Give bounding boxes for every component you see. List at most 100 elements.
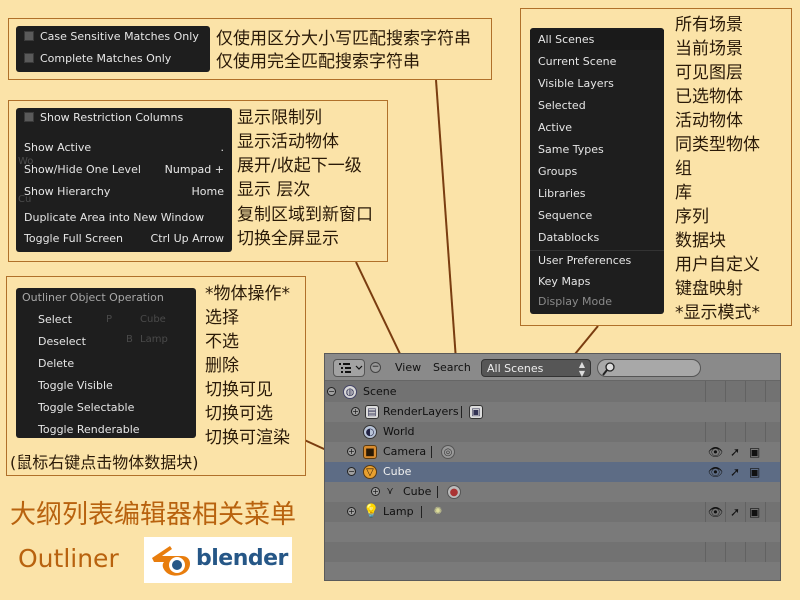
menu-item-user-preferences[interactable]: User Preferences: [530, 250, 664, 270]
menu-item-current-scene[interactable]: Current Scene: [530, 52, 664, 72]
blender-logo-text: blender: [196, 546, 288, 571]
menu-item-toggle-selectable[interactable]: Toggle Selectable: [16, 398, 196, 418]
cn-label: 不选: [205, 332, 239, 352]
tree-row-scene[interactable]: − ◍ Scene: [325, 382, 780, 402]
menu-item-shortcut: Home: [191, 185, 224, 198]
search-icon: [602, 362, 615, 376]
menu-item-toggle-full-screen[interactable]: Toggle Full Screen Ctrl Up Arrow: [16, 229, 232, 249]
cn-label: 库: [675, 183, 692, 203]
menu-item-label: Display Mode: [538, 295, 613, 308]
menu-item-delete[interactable]: Delete: [16, 354, 196, 374]
menu-item-label: Select: [38, 313, 72, 326]
visibility-eye-icon[interactable]: 👁: [708, 502, 723, 522]
mesh-data-icon: ⋎: [386, 486, 394, 497]
camera-icon: ■: [363, 445, 377, 459]
menu-item-label: Delete: [38, 357, 75, 370]
menu-item-show-hide-one-level[interactable]: Show/Hide One Level Numpad +: [16, 160, 232, 180]
menu-item-datablocks[interactable]: Datablocks: [530, 228, 664, 248]
view-menu: Wo Cu Show Restriction Columns Show Acti…: [16, 108, 232, 252]
tree-row-world[interactable]: ◐ World: [325, 422, 780, 442]
checkbox-icon[interactable]: [24, 53, 34, 63]
menu-item-label: Toggle Renderable: [38, 423, 140, 436]
menu-item-toggle-visible[interactable]: Toggle Visible: [16, 376, 196, 396]
menu-item-show-restriction-columns[interactable]: Show Restriction Columns: [16, 108, 232, 128]
menu-item-case-sensitive[interactable]: Case Sensitive Matches Only: [16, 27, 210, 47]
outliner-editor: − View Search All Scenes ▲ ▼ − ◍ Scene + …: [324, 353, 781, 581]
cn-note: (鼠标右键点击物体数据块): [10, 453, 199, 472]
menu-item-complete-matches[interactable]: Complete Matches Only: [16, 49, 210, 69]
menu-item-toggle-renderable[interactable]: Toggle Renderable: [16, 420, 196, 440]
renderlayer-data-icon: ▣: [469, 405, 483, 419]
select-cursor-icon[interactable]: ➚: [730, 442, 740, 462]
cn-label: *物体操作*: [205, 284, 290, 304]
select-cursor-icon[interactable]: ➚: [730, 502, 740, 522]
tree-row-cube-mesh[interactable]: + ⋎ Cube ●: [325, 482, 780, 502]
search-menu-button[interactable]: Search: [433, 359, 471, 377]
separator-bar: [437, 486, 438, 498]
menu-item-label: Libraries: [538, 187, 586, 200]
menu-item-active[interactable]: Active: [530, 118, 664, 138]
menu-item-label: Same Types: [538, 143, 604, 156]
expand-icon[interactable]: +: [351, 407, 360, 416]
menu-item-label: All Scenes: [538, 33, 595, 46]
menu-item-select[interactable]: Select: [16, 310, 196, 330]
cn-label: *显示模式*: [675, 303, 760, 323]
menu-item-sequence[interactable]: Sequence: [530, 206, 664, 226]
menu-item-label: Complete Matches Only: [40, 52, 172, 65]
menu-item-key-maps[interactable]: Key Maps: [530, 272, 664, 292]
display-mode-select[interactable]: All Scenes ▲ ▼: [481, 359, 591, 378]
visibility-eye-icon[interactable]: 👁: [708, 462, 723, 482]
menu-item-shortcut: Numpad +: [164, 163, 224, 176]
checkbox-icon[interactable]: [24, 31, 34, 41]
render-camera-icon[interactable]: ▣: [749, 442, 760, 462]
editor-type-button[interactable]: [333, 359, 365, 377]
cn-label: 删除: [205, 356, 239, 376]
render-camera-icon[interactable]: ▣: [749, 502, 760, 522]
tree-row-lamp[interactable]: + 💡 Lamp ✺ 👁 ➚ ▣: [325, 502, 780, 522]
menu-item-show-active[interactable]: Show Active .: [16, 138, 232, 158]
cn-label: 显示活动物体: [237, 132, 339, 152]
checkbox-icon[interactable]: [24, 112, 34, 122]
display-mode-menu: All Scenes Current Scene Visible Layers …: [530, 28, 664, 314]
menu-title: Outliner Object Operation: [14, 288, 196, 308]
cn-label: 展开/收起下一级: [237, 156, 362, 176]
select-cursor-icon[interactable]: ➚: [730, 462, 740, 482]
collapse-icon[interactable]: −: [327, 387, 336, 396]
separator-bar: [431, 446, 432, 458]
menu-item-show-hierarchy[interactable]: Show Hierarchy Home: [16, 182, 232, 202]
expand-icon[interactable]: +: [347, 447, 356, 456]
menu-item-label: Current Scene: [538, 55, 617, 68]
menu-item-selected[interactable]: Selected: [530, 96, 664, 116]
view-menu-button[interactable]: View: [395, 359, 421, 377]
lamp-data-icon: ✺: [433, 506, 443, 517]
cn-label: 序列: [675, 207, 709, 227]
tree-row-label: Scene: [363, 385, 397, 398]
cn-label: 数据块: [675, 231, 726, 251]
lamp-icon: 💡: [363, 504, 380, 519]
menu-item-deselect[interactable]: Deselect: [16, 332, 196, 352]
expand-icon[interactable]: +: [347, 507, 356, 516]
cn-label: 键盘映射: [675, 279, 743, 299]
render-camera-icon[interactable]: ▣: [749, 462, 760, 482]
dropdown-arrows-icon: ▲ ▼: [578, 360, 585, 378]
menu-item-label: Show Hierarchy: [24, 185, 111, 198]
menu-item-all-scenes[interactable]: All Scenes: [530, 30, 664, 50]
menu-item-visible-layers[interactable]: Visible Layers: [530, 74, 664, 94]
menu-item-groups[interactable]: Groups: [530, 162, 664, 182]
menu-item-libraries[interactable]: Libraries: [530, 184, 664, 204]
tree-row-camera[interactable]: + ■ Camera ◎ 👁 ➚ ▣: [325, 442, 780, 462]
tree-row-cube-object[interactable]: − ▽ Cube 👁 ➚ ▣: [325, 462, 780, 482]
search-field[interactable]: [597, 359, 701, 377]
tree-row-label: Camera: [383, 445, 427, 458]
collapse-icon[interactable]: −: [347, 467, 356, 476]
blender-logo-icon: [152, 546, 190, 576]
world-icon: ◐: [363, 425, 377, 439]
collapse-menus-icon[interactable]: −: [370, 362, 381, 373]
visibility-eye-icon[interactable]: 👁: [708, 442, 723, 462]
expand-icon[interactable]: +: [371, 487, 380, 496]
cn-label: 显示 层次: [237, 180, 311, 200]
menu-item-same-types[interactable]: Same Types: [530, 140, 664, 160]
tree-row-renderlayers[interactable]: + ▤ RenderLayers ▣: [325, 402, 780, 422]
menu-item-duplicate-area[interactable]: Duplicate Area into New Window: [16, 208, 232, 228]
cn-label: 同类型物体: [675, 135, 760, 155]
